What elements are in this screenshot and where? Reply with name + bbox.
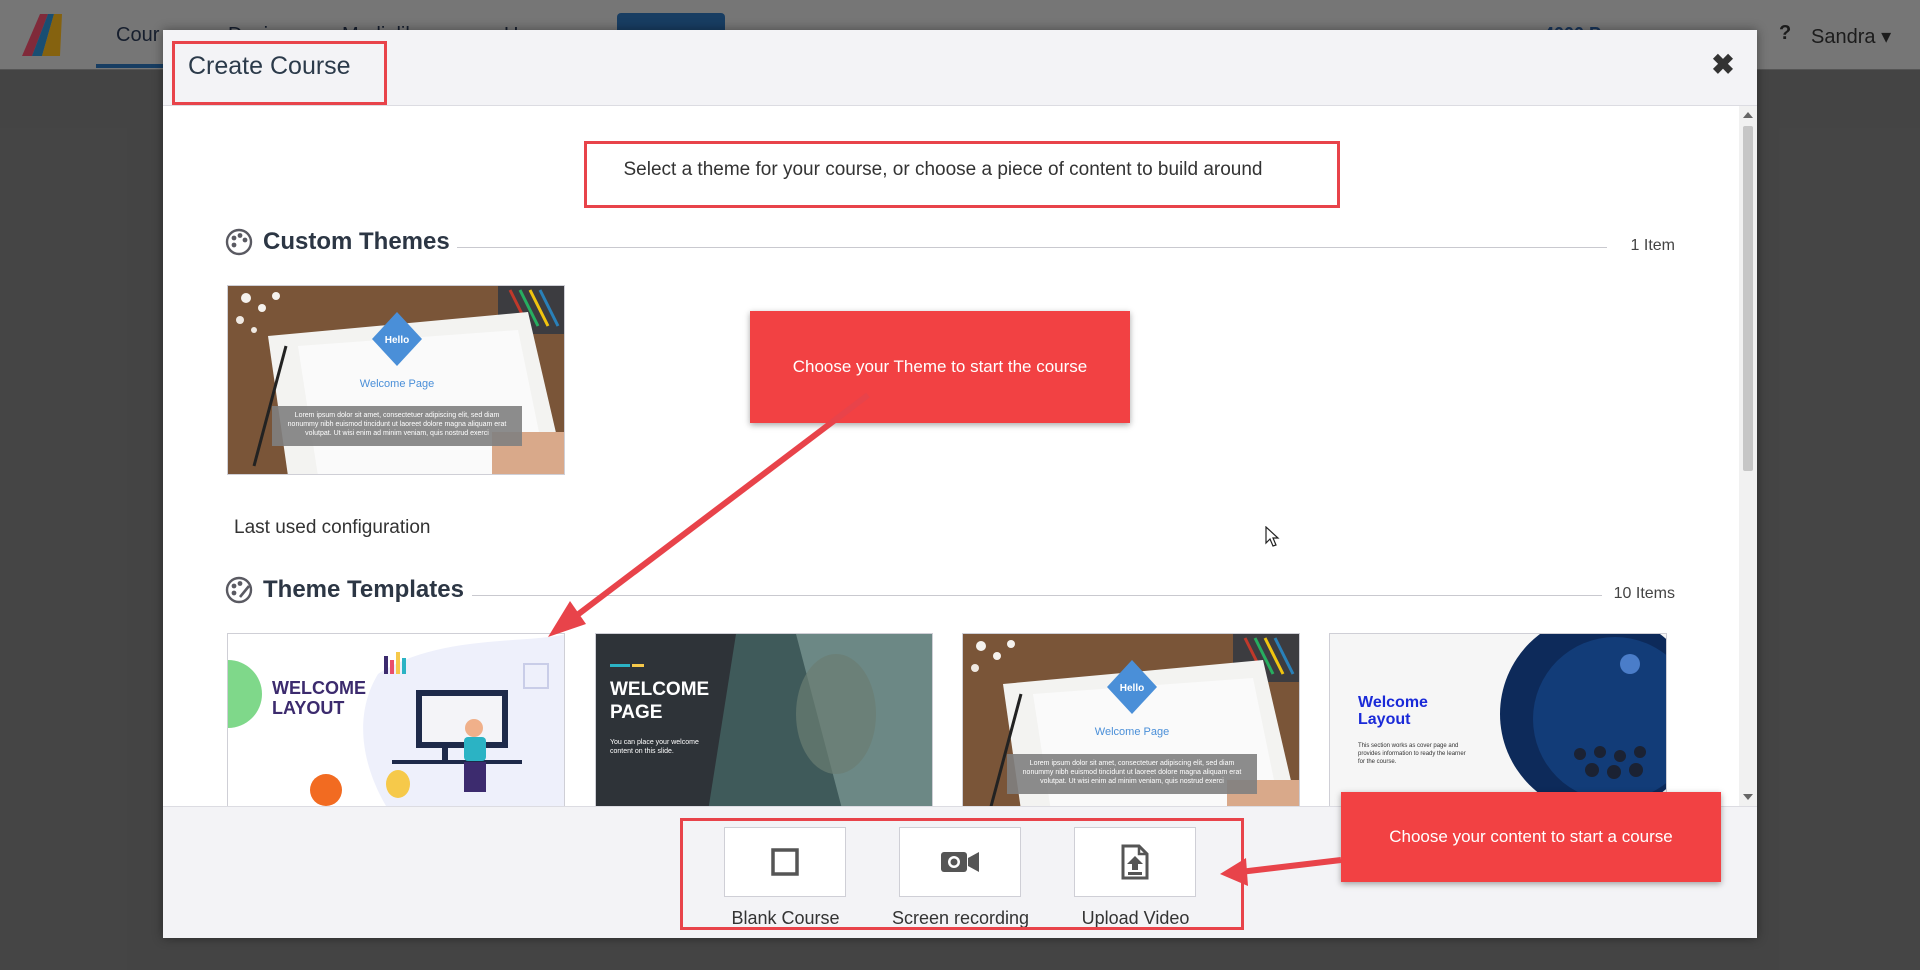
thumb-title: WELCOME PAGE <box>610 678 709 724</box>
thumb-title-line2: PAGE <box>610 702 663 723</box>
thumb-title-line1: WELCOME <box>272 678 366 698</box>
scroll-thumb[interactable] <box>1743 126 1753 471</box>
theme-templates-count: 10 Items <box>1613 585 1675 602</box>
upload-video-button[interactable] <box>1074 827 1196 897</box>
upload-file-icon <box>1121 844 1149 880</box>
blank-course-label[interactable]: Blank Course <box>698 908 873 929</box>
modal-header: Create Course ✖ <box>163 30 1757 106</box>
palette-icon <box>225 228 253 256</box>
custom-themes-count: 1 Item <box>1630 237 1675 254</box>
mouse-pointer-icon <box>1265 526 1280 547</box>
theme-card-last-used[interactable]: Hello Welcome Page Lorem ipsum dolor sit… <box>227 285 565 475</box>
section-divider <box>457 247 1607 248</box>
square-icon <box>771 848 799 876</box>
theme-template-welcome-page[interactable]: WELCOME PAGE You can place your welcome … <box>595 633 933 806</box>
upload-video-label[interactable]: Upload Video <box>1048 908 1223 929</box>
thumb-lorem: Lorem ipsum dolor sit amet, consectetuer… <box>287 412 507 437</box>
custom-themes-title: Custom Themes <box>263 228 450 255</box>
close-icon[interactable]: ✖ <box>1708 50 1738 80</box>
thumb-title-line1: WELCOME <box>610 679 710 700</box>
scroll-down-arrow-icon[interactable] <box>1743 794 1753 800</box>
modal-title: Create Course <box>188 52 351 80</box>
thumb-page-label: Welcome Page <box>1095 726 1169 738</box>
thumb-page-label: Welcome Page <box>360 378 434 390</box>
thumb-title: Welcome Layout <box>1358 694 1428 728</box>
theme-card-caption: Last used configuration <box>234 517 431 538</box>
thumb-title: WELCOME LAYOUT <box>272 678 366 718</box>
thumb-title-line2: Layout <box>1358 711 1411 728</box>
thumb-badge: Hello <box>385 335 409 346</box>
screen-recording-button[interactable] <box>899 827 1021 897</box>
callout-choose-theme: Choose your Theme to start the course <box>750 311 1130 423</box>
theme-templates-title: Theme Templates <box>263 576 464 603</box>
theme-template-welcome-layout[interactable]: WELCOME LAYOUT <box>227 633 565 806</box>
theme-thumbnail-image <box>228 634 564 806</box>
thumb-title-line2: LAYOUT <box>272 698 345 718</box>
theme-thumbnail-image: Hello Welcome Page <box>228 286 564 474</box>
thumb-subtitle: You can place your welcome content on th… <box>610 739 699 755</box>
thumb-title-line1: Welcome <box>1358 694 1428 711</box>
video-camera-icon <box>941 852 979 872</box>
screen-recording-label[interactable]: Screen recording <box>873 908 1048 929</box>
custom-themes-header: Custom Themes 1 Item <box>225 226 1675 260</box>
thumb-lorem: Lorem ipsum dolor sit amet, consectetuer… <box>1022 760 1242 785</box>
palette-icon <box>225 576 253 604</box>
theme-templates-header: Theme Templates 10 Items <box>225 574 1675 608</box>
blank-course-button[interactable] <box>724 827 846 897</box>
section-divider <box>472 595 1602 596</box>
scroll-up-arrow-icon[interactable] <box>1743 112 1753 118</box>
callout-choose-content: Choose your content to start a course <box>1341 792 1721 882</box>
thumb-subtitle: This section works as cover page and pro… <box>1358 743 1466 765</box>
thumb-badge: Hello <box>1120 683 1144 694</box>
modal-body[interactable]: Select a theme for your course, or choos… <box>163 106 1757 806</box>
theme-template-welcome-layout-crowd[interactable]: Welcome Layout This section works as cov… <box>1329 633 1667 806</box>
theme-template-welcome-page-desk[interactable]: Hello Welcome Page Lorem ipsum dolor sit… <box>962 633 1300 806</box>
intro-text: Select a theme for your course, or choos… <box>623 159 1263 180</box>
modal-scrollbar[interactable] <box>1739 106 1757 806</box>
